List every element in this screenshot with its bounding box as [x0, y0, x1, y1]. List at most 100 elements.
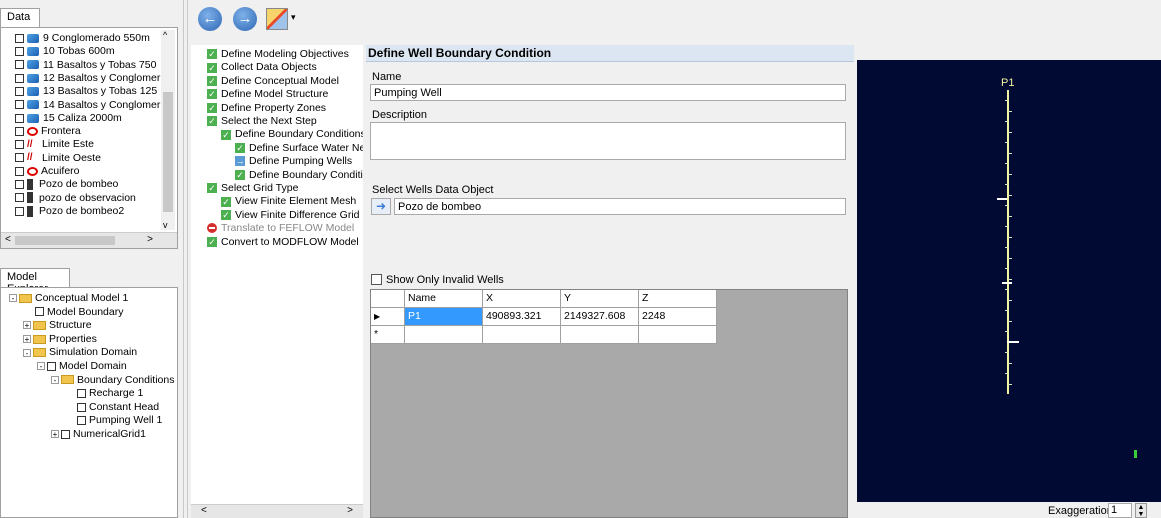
- model-tree-item[interactable]: Constant Head: [65, 401, 159, 414]
- workflow-step[interactable]: ✓ Define Boundary Conditions: [221, 128, 363, 141]
- name-field[interactable]: Pumping Well: [370, 84, 846, 101]
- show-invalid-checkbox[interactable]: [371, 274, 382, 285]
- grid-cell[interactable]: 2149327.608: [561, 308, 639, 326]
- grid-cell[interactable]: [561, 326, 639, 344]
- expand-icon[interactable]: +: [51, 430, 59, 439]
- tab-data[interactable]: Data: [0, 8, 40, 28]
- checkbox[interactable]: [77, 402, 86, 412]
- model-tree-item[interactable]: + Properties: [23, 333, 97, 346]
- expand-icon[interactable]: +: [23, 321, 31, 330]
- collapse-icon[interactable]: -: [9, 294, 17, 303]
- workflow-step[interactable]: ✓ Select Grid Type: [207, 182, 298, 195]
- data-item[interactable]: Acuifero: [15, 165, 80, 178]
- select-wells-button[interactable]: ➜: [371, 198, 391, 215]
- checkbox[interactable]: [77, 388, 86, 398]
- collapse-icon[interactable]: -: [23, 348, 31, 357]
- grid-new-row-header[interactable]: *: [371, 326, 405, 344]
- model-tree-item[interactable]: Recharge 1: [65, 387, 143, 400]
- exaggeration-spinner[interactable]: ▲ ▼: [1135, 503, 1147, 518]
- grid-cell[interactable]: [639, 326, 717, 344]
- data-item[interactable]: Pozo de bombeo: [15, 178, 118, 191]
- scroll-up-icon[interactable]: ^: [163, 30, 167, 40]
- data-hscroll-thumb[interactable]: [15, 236, 115, 245]
- grid-cell[interactable]: [483, 326, 561, 344]
- workflow-hscrollbar[interactable]: < >: [191, 504, 363, 518]
- checkbox[interactable]: [15, 153, 24, 163]
- wells-data-object-field[interactable]: Pozo de bombeo: [394, 198, 846, 215]
- scroll-left-icon[interactable]: <: [5, 234, 11, 245]
- grid-cell[interactable]: P1: [405, 308, 483, 326]
- model-tree-item[interactable]: - Model Domain: [37, 360, 127, 373]
- scroll-right-icon[interactable]: >: [347, 505, 353, 516]
- chevron-down-icon[interactable]: ▾: [291, 12, 296, 23]
- checkbox[interactable]: [15, 100, 24, 110]
- checkbox[interactable]: [77, 416, 86, 426]
- workflow-step[interactable]: ✓ Define Conceptual Model: [207, 75, 339, 88]
- scroll-down-icon[interactable]: v: [163, 220, 168, 230]
- grid-row-header[interactable]: ▶: [371, 308, 405, 326]
- data-item[interactable]: 15 Caliza 2000m: [15, 112, 122, 125]
- viewer-3d[interactable]: P1: [857, 60, 1161, 502]
- data-item[interactable]: Pozo de bombeo2: [15, 205, 124, 218]
- grid-cell[interactable]: [405, 326, 483, 344]
- grid-column-header[interactable]: Y: [561, 290, 639, 308]
- model-tree-item[interactable]: + NumericalGrid1: [51, 428, 146, 441]
- back-button[interactable]: ←: [198, 7, 222, 31]
- data-item[interactable]: 9 Conglomerado 550m: [15, 32, 150, 45]
- model-tree-item[interactable]: - Simulation Domain: [23, 346, 137, 359]
- workflow-step[interactable]: ✓ Select the Next Step: [207, 115, 317, 128]
- workflow-step[interactable]: ✓ Define Surface Water Ne: [235, 142, 363, 155]
- model-tree-item[interactable]: + Structure: [23, 319, 92, 332]
- expand-icon[interactable]: +: [23, 335, 31, 344]
- data-hscrollbar[interactable]: < >: [1, 232, 177, 248]
- checkbox[interactable]: [15, 86, 24, 96]
- model-tree-item[interactable]: Pumping Well 1: [65, 414, 162, 427]
- data-vscrollbar[interactable]: ^ v: [161, 30, 175, 230]
- checkbox[interactable]: [15, 113, 24, 123]
- data-item[interactable]: 12 Basaltos y Conglomer: [15, 72, 160, 85]
- data-item[interactable]: Frontera: [15, 125, 81, 138]
- checkbox[interactable]: [15, 73, 24, 83]
- data-item[interactable]: pozo de observacion: [15, 192, 136, 205]
- description-field[interactable]: [370, 122, 846, 160]
- grid-column-header[interactable]: Z: [639, 290, 717, 308]
- model-tree-item[interactable]: Model Boundary: [23, 306, 123, 319]
- grid-cell[interactable]: 2248: [639, 308, 717, 326]
- data-item[interactable]: // Limite Oeste: [15, 152, 101, 165]
- checkbox[interactable]: [15, 60, 24, 70]
- workflow-step[interactable]: → Define Pumping Wells: [235, 155, 352, 168]
- checkbox[interactable]: [15, 166, 24, 176]
- splitter[interactable]: [183, 0, 188, 518]
- checkbox[interactable]: [47, 361, 56, 371]
- workflow-step[interactable]: Translate to FEFLOW Model: [207, 222, 354, 235]
- data-item[interactable]: 14 Basaltos y Conglomer: [15, 99, 160, 112]
- model-tree-item[interactable]: - Conceptual Model 1: [9, 292, 128, 305]
- scroll-left-icon[interactable]: <: [201, 505, 207, 516]
- workflow-step[interactable]: ✓ View Finite Difference Grid: [221, 209, 360, 222]
- workflow-step[interactable]: ✓ Define Model Structure: [207, 88, 328, 101]
- collapse-icon[interactable]: -: [51, 375, 59, 384]
- data-item[interactable]: 13 Basaltos y Tobas 125: [15, 85, 157, 98]
- data-item[interactable]: 11 Basaltos y Tobas 750: [15, 59, 156, 72]
- workflow-step[interactable]: ✓ Convert to MODFLOW Model: [207, 236, 359, 249]
- checkbox[interactable]: [15, 140, 24, 150]
- grid-column-header[interactable]: Name: [405, 290, 483, 308]
- grid-cell[interactable]: 490893.321: [483, 308, 561, 326]
- exaggeration-input[interactable]: 1: [1108, 503, 1132, 518]
- forward-button[interactable]: →: [233, 7, 257, 31]
- model-tree-item[interactable]: - Boundary Conditions: [51, 374, 174, 387]
- workflow-step[interactable]: ✓ Define Boundary Conditic: [235, 169, 363, 182]
- workflow-step[interactable]: ✓ Define Modeling Objectives: [207, 48, 349, 61]
- workflow-step[interactable]: ✓ Define Property Zones: [207, 102, 326, 115]
- data-vscroll-thumb[interactable]: [163, 92, 173, 212]
- checkbox[interactable]: [35, 307, 44, 317]
- workflow-step[interactable]: ✓ Collect Data Objects: [207, 61, 317, 74]
- checkbox[interactable]: [15, 193, 24, 203]
- checkbox[interactable]: [15, 126, 24, 136]
- checkbox[interactable]: [15, 47, 24, 57]
- workflow-step[interactable]: ✓ View Finite Element Mesh: [221, 195, 356, 208]
- tab-model-explorer[interactable]: Model Explorer: [0, 268, 70, 295]
- data-item[interactable]: 10 Tobas 600m: [15, 45, 115, 58]
- grid-column-header[interactable]: X: [483, 290, 561, 308]
- scroll-right-icon[interactable]: >: [147, 234, 153, 245]
